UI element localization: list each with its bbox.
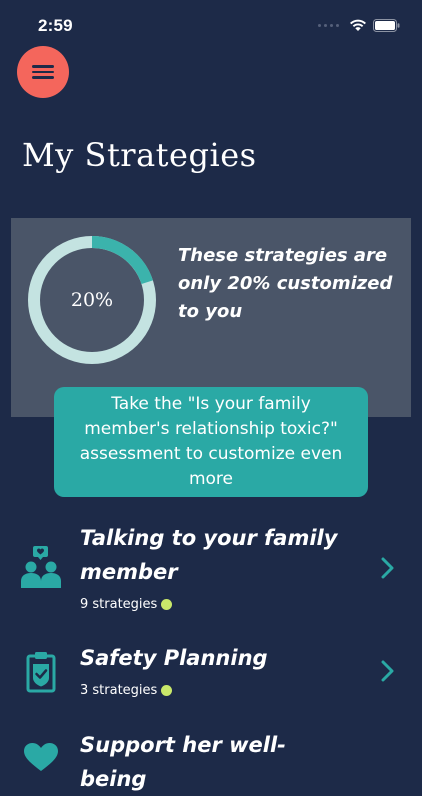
battery-icon	[373, 18, 400, 32]
progress-percent-label: 20%	[70, 289, 114, 311]
strategy-count: 3 strategies	[80, 683, 173, 698]
page-title: My Strategies	[22, 136, 257, 174]
menu-button[interactable]	[17, 46, 69, 98]
chevron-right-icon	[381, 660, 394, 682]
assessment-button[interactable]: Take the "Is your family member's relati…	[54, 387, 368, 497]
strategy-title: Talking to your family member	[80, 526, 338, 584]
status-dot	[161, 685, 173, 696]
status-icons	[318, 18, 400, 32]
strategy-count-label: 9 strategies	[80, 597, 158, 612]
wifi-icon	[350, 19, 366, 31]
strategy-title: Support her well-being	[80, 733, 286, 791]
strategy-title: Safety Planning	[80, 646, 268, 670]
strategy-item-safety-planning[interactable]: Safety Planning 3 strategies	[0, 640, 422, 710]
clipboard-check-icon	[26, 652, 56, 693]
hamburger-icon	[32, 62, 54, 82]
family-chat-icon	[21, 546, 61, 588]
strategy-item-well-being[interactable]: Support her well-being	[0, 726, 422, 791]
status-dot	[161, 599, 173, 610]
strategy-item-talking[interactable]: Talking to your family member 9 strategi…	[0, 520, 422, 620]
strategy-count: 9 strategies	[80, 597, 173, 612]
cellular-dots-icon	[318, 23, 339, 27]
strategy-count-label: 3 strategies	[80, 683, 158, 698]
progress-message: These strategies are only 20% customized…	[178, 245, 393, 322]
heart-icon	[24, 743, 58, 771]
status-time: 2:59	[38, 16, 73, 35]
chevron-right-icon	[381, 557, 394, 579]
status-bar: 2:59	[0, 0, 422, 48]
